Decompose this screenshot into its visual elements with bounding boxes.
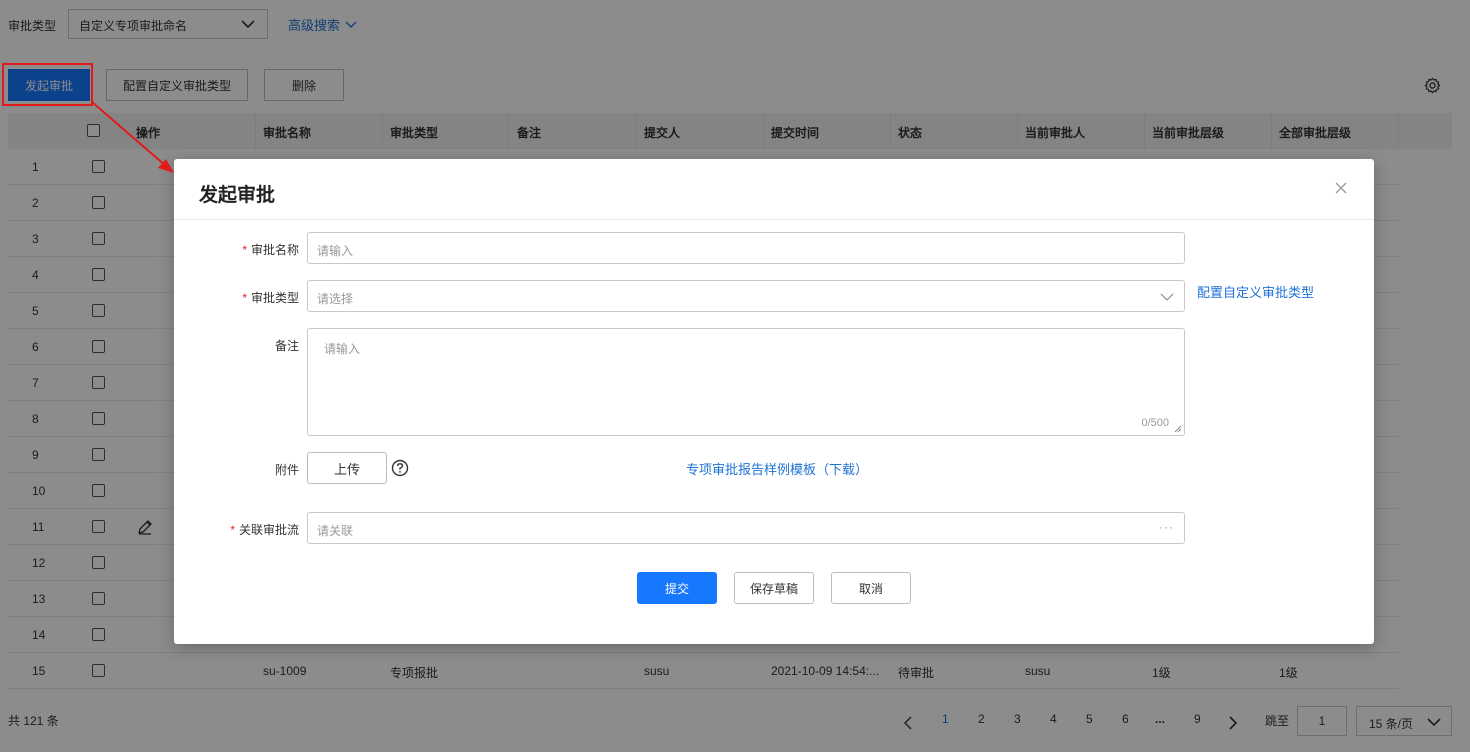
close-icon[interactable] bbox=[1334, 181, 1348, 195]
approval-type-placeholder: 请选择 bbox=[317, 292, 354, 306]
save-draft-button[interactable]: 保存草稿 bbox=[734, 572, 814, 604]
help-icon[interactable] bbox=[391, 459, 409, 477]
annotation-highlight-box bbox=[2, 63, 93, 106]
approval-name-label: * 审批名称 bbox=[242, 243, 299, 257]
attachment-label: 附件 bbox=[274, 463, 299, 477]
approval-type-label: * 审批类型 bbox=[242, 291, 299, 305]
remark-textarea[interactable]: 请输入 0/500 bbox=[307, 328, 1185, 436]
resize-handle-icon[interactable] bbox=[1174, 425, 1182, 433]
remark-char-count: 0/500 bbox=[1141, 417, 1169, 429]
submit-button[interactable]: 提交 bbox=[637, 572, 717, 604]
remark-label: 备注 bbox=[274, 339, 299, 353]
chevron-down-icon bbox=[1160, 293, 1174, 301]
config-approval-types-link[interactable]: 配置自定义审批类型 bbox=[1197, 282, 1314, 301]
cancel-button[interactable]: 取消 bbox=[831, 572, 911, 604]
template-download-link[interactable]: 专项审批报告样例模板（下载） bbox=[686, 459, 868, 478]
remark-placeholder: 请输入 bbox=[324, 342, 361, 356]
approval-name-placeholder: 请输入 bbox=[317, 244, 354, 258]
related-flow-input[interactable]: 请关联 ··· bbox=[307, 512, 1185, 544]
launch-approval-dialog: 发起审批 * 审批名称 请输入 * 审批类型 请选择 配置自定义审批类型 备注 请输… bbox=[174, 159, 1374, 644]
upload-button[interactable]: 上传 bbox=[307, 452, 387, 484]
related-flow-placeholder: 请关联 bbox=[317, 524, 354, 538]
dialog-title: 发起审批 bbox=[199, 185, 276, 206]
dialog-divider bbox=[174, 219, 1374, 220]
approval-type-field[interactable]: 请选择 bbox=[307, 280, 1185, 312]
approval-name-input[interactable]: 请输入 bbox=[307, 232, 1185, 264]
related-flow-label: * 关联审批流 bbox=[230, 523, 299, 537]
more-icon[interactable]: ··· bbox=[1159, 520, 1174, 534]
